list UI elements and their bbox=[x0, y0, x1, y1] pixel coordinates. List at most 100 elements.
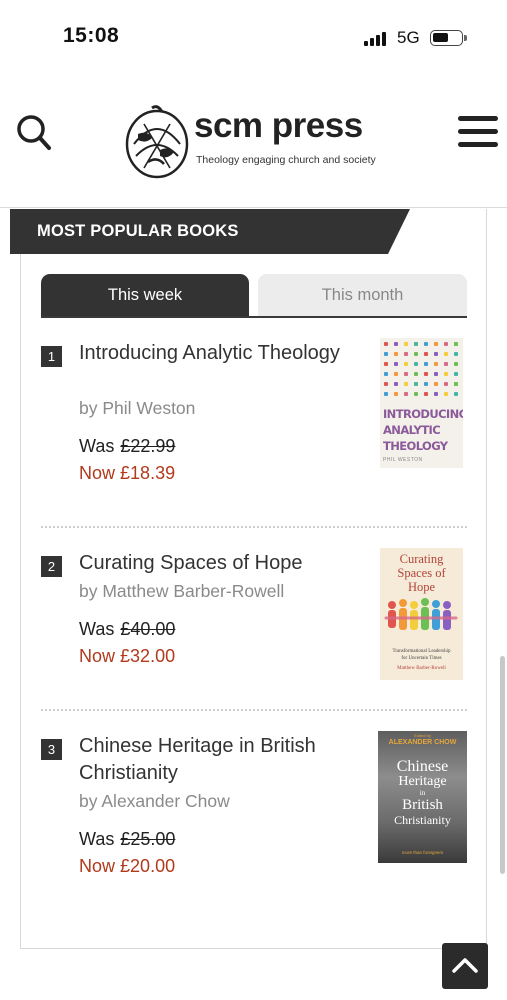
network-label: 5G bbox=[397, 28, 420, 47]
cover-dot bbox=[434, 362, 438, 366]
book-item[interactable]: 3 Chinese Heritage in British Christiani… bbox=[41, 731, 467, 893]
site-logo[interactable]: scm press Theology engaging church and s… bbox=[124, 102, 384, 180]
current-price: £32.00 bbox=[120, 646, 176, 666]
cover-dot bbox=[384, 352, 388, 356]
cover-dot bbox=[454, 372, 458, 376]
search-icon[interactable] bbox=[16, 114, 52, 152]
book-author: by Phil Weston bbox=[79, 398, 196, 418]
section-title: MOST POPULAR BOOKS bbox=[37, 222, 239, 240]
cover-dot bbox=[454, 382, 458, 386]
tab-this-week[interactable]: This week bbox=[41, 274, 249, 316]
tab-this-month[interactable]: This month bbox=[258, 274, 467, 316]
was-price: Was £22.99 bbox=[79, 436, 175, 457]
cover-dot bbox=[394, 382, 398, 386]
book-title[interactable]: Chinese Heritage in British Christianity bbox=[79, 733, 359, 787]
now-price: Now £20.00 bbox=[79, 856, 175, 877]
cover-dot bbox=[454, 362, 458, 366]
cover-dot bbox=[444, 362, 448, 366]
cover-dot bbox=[404, 342, 408, 346]
book-author: by Matthew Barber-Rowell bbox=[79, 581, 285, 601]
cover-dot bbox=[434, 342, 438, 346]
cover-dot bbox=[394, 372, 398, 376]
book-item[interactable]: 1 Introducing Analytic Theology by Phil … bbox=[41, 338, 467, 500]
cover-dot bbox=[414, 362, 418, 366]
book-cover-image[interactable]: INTRODUCING ANALYTIC THEOLOGY PHIL WESTO… bbox=[380, 338, 463, 468]
now-price: Now £32.00 bbox=[79, 646, 175, 667]
old-price: £25.00 bbox=[120, 829, 176, 849]
rank-badge: 1 bbox=[41, 346, 62, 367]
now-price: Now £18.39 bbox=[79, 463, 175, 484]
cover-editor-prefix: Edited by bbox=[414, 733, 431, 738]
cover-author: PHIL WESTON bbox=[383, 457, 423, 463]
scrollbar-thumb[interactable] bbox=[500, 656, 505, 874]
cover-dot bbox=[384, 392, 388, 396]
cover-subtitle: more than foreigners bbox=[401, 850, 444, 855]
book-cover-image[interactable]: Edited by ALEXANDER CHOW Chinese Heritag… bbox=[378, 731, 467, 863]
cover-dot bbox=[444, 342, 448, 346]
logo-tagline: Theology engaging church and society bbox=[196, 154, 376, 166]
status-time: 15:08 bbox=[63, 24, 120, 47]
cover-dot bbox=[434, 392, 438, 396]
cover-dot bbox=[394, 342, 398, 346]
now-label: Now bbox=[79, 856, 116, 876]
hamburger-menu-icon[interactable] bbox=[458, 116, 498, 148]
was-label: Was bbox=[79, 436, 115, 456]
cover-dot bbox=[394, 352, 398, 356]
cover-dot bbox=[444, 382, 448, 386]
signal-icon bbox=[364, 31, 388, 46]
rank-badge: 2 bbox=[41, 556, 62, 577]
was-label: Was bbox=[79, 619, 115, 639]
cover-dot bbox=[404, 362, 408, 366]
cover-dot bbox=[444, 372, 448, 376]
cover-dot bbox=[414, 372, 418, 376]
scm-logo-mark-icon bbox=[124, 104, 190, 180]
cover-subtitle: Transformational Leadership for Uncertai… bbox=[392, 649, 451, 661]
section-banner: MOST POPULAR BOOKS bbox=[10, 209, 410, 254]
cover-dot bbox=[414, 392, 418, 396]
cover-author: ALEXANDER CHOW bbox=[388, 739, 457, 746]
cover-dot bbox=[454, 342, 458, 346]
cover-dot bbox=[384, 362, 388, 366]
cover-dot bbox=[404, 382, 408, 386]
cover-dot bbox=[424, 362, 428, 366]
cover-dot bbox=[384, 382, 388, 386]
cover-title: Curating Spaces of Hope bbox=[397, 552, 446, 594]
cover-dot bbox=[434, 352, 438, 356]
cover-dot bbox=[424, 352, 428, 356]
book-title[interactable]: Curating Spaces of Hope bbox=[79, 550, 379, 577]
cover-dot bbox=[394, 362, 398, 366]
old-price: £40.00 bbox=[120, 619, 176, 639]
current-price: £20.00 bbox=[120, 856, 176, 876]
cover-dot bbox=[414, 382, 418, 386]
cover-dot bbox=[404, 372, 408, 376]
cover-dot bbox=[394, 392, 398, 396]
book-item[interactable]: 2 Curating Spaces of Hope by Matthew Bar… bbox=[41, 548, 467, 690]
logo-name: scm press bbox=[194, 106, 363, 145]
cover-dot bbox=[384, 372, 388, 376]
cover-dot bbox=[404, 352, 408, 356]
old-price: £22.99 bbox=[120, 436, 176, 456]
cover-dot bbox=[424, 372, 428, 376]
back-to-top-button[interactable] bbox=[442, 943, 488, 989]
divider bbox=[41, 526, 467, 528]
was-price: Was £40.00 bbox=[79, 619, 175, 640]
book-title[interactable]: Introducing Analytic Theology bbox=[79, 340, 359, 367]
cover-dot bbox=[424, 392, 428, 396]
book-author: by Alexander Chow bbox=[79, 791, 230, 811]
cover-title: Chinese Heritage in British Christianity bbox=[394, 758, 451, 828]
was-price: Was £25.00 bbox=[79, 829, 175, 850]
chevron-up-icon bbox=[452, 958, 478, 973]
period-tabs: This week This month bbox=[41, 274, 467, 318]
cover-dot bbox=[434, 372, 438, 376]
was-label: Was bbox=[79, 829, 115, 849]
cover-title: INTRODUCING ANALYTIC THEOLOGY bbox=[383, 407, 463, 453]
book-cover-image[interactable]: Curating Spaces of Hope Transformational… bbox=[380, 548, 463, 680]
battery-icon bbox=[430, 30, 467, 46]
site-header: scm press Theology engaging church and s… bbox=[0, 72, 507, 208]
cover-dot bbox=[424, 342, 428, 346]
people-illustration bbox=[384, 598, 458, 630]
cover-dot bbox=[404, 392, 408, 396]
cover-dot bbox=[414, 342, 418, 346]
rank-badge: 3 bbox=[41, 739, 62, 760]
now-label: Now bbox=[79, 646, 116, 666]
